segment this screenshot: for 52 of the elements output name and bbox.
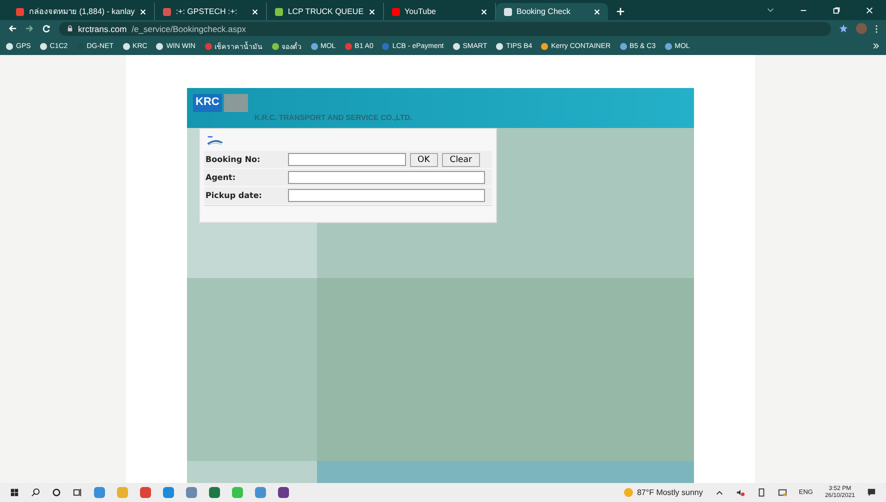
menu-icon[interactable] — [875, 24, 878, 34]
app-icon[interactable] — [278, 487, 289, 498]
tab-favicon-icon — [162, 8, 171, 16]
star-icon[interactable] — [839, 24, 848, 33]
new-tab-icon[interactable] — [616, 7, 625, 16]
address-bar[interactable]: krctrans.com /e_service/Bookingcheck.aspx — [59, 22, 831, 36]
reload-icon[interactable] — [42, 24, 51, 33]
forward-icon[interactable] — [25, 24, 34, 33]
close-icon[interactable] — [368, 8, 375, 14]
input-field[interactable] — [288, 153, 406, 166]
weather-text: 87°F Mostly sunny — [636, 488, 703, 497]
chevron-down-icon[interactable] — [766, 6, 775, 15]
close-icon[interactable] — [865, 6, 874, 15]
app-icon[interactable] — [186, 487, 197, 498]
start-icon[interactable] — [10, 488, 19, 497]
input-field[interactable] — [288, 171, 484, 184]
close-icon[interactable] — [480, 8, 487, 14]
weather-icon — [624, 488, 633, 497]
form-button[interactable]: OK — [410, 152, 438, 166]
cortana-icon[interactable] — [52, 488, 61, 497]
app-icon[interactable] — [255, 487, 266, 498]
keyboard-icon[interactable] — [778, 488, 787, 497]
tab-favicon-icon — [392, 8, 400, 16]
more-bookmarks-icon[interactable] — [872, 42, 880, 50]
tab-favicon-icon — [16, 8, 24, 16]
speaker-icon[interactable] — [736, 488, 745, 497]
form-button[interactable]: Clear — [442, 152, 480, 166]
close-icon[interactable] — [140, 8, 146, 14]
back-icon[interactable] — [8, 24, 17, 33]
field-label: Booking No: — [204, 155, 262, 164]
close-icon[interactable] — [594, 8, 600, 14]
app-icon[interactable] — [209, 487, 220, 498]
close-icon[interactable] — [252, 8, 258, 14]
lock-icon — [67, 25, 73, 32]
field-label: Pickup date: — [204, 191, 263, 200]
battery-icon[interactable] — [756, 488, 766, 497]
browser-tab[interactable]: Booking Check — [496, 3, 608, 20]
logo-icon — [224, 94, 248, 112]
tab-favicon-icon — [504, 8, 512, 16]
tab-favicon-icon — [274, 8, 283, 16]
chevron-up-icon[interactable] — [714, 488, 724, 497]
app-icon[interactable] — [163, 487, 174, 498]
task-view-icon[interactable] — [73, 488, 82, 497]
logo: KRC — [192, 94, 222, 112]
search-icon[interactable] — [31, 488, 40, 497]
field-label: Agent: — [204, 173, 237, 182]
ship-logo-icon — [206, 135, 224, 147]
notification-icon[interactable] — [867, 488, 876, 497]
app-icon[interactable] — [94, 487, 105, 498]
app-icon[interactable] — [140, 487, 151, 498]
input-field[interactable] — [288, 189, 484, 202]
restore-icon[interactable] — [832, 6, 841, 15]
